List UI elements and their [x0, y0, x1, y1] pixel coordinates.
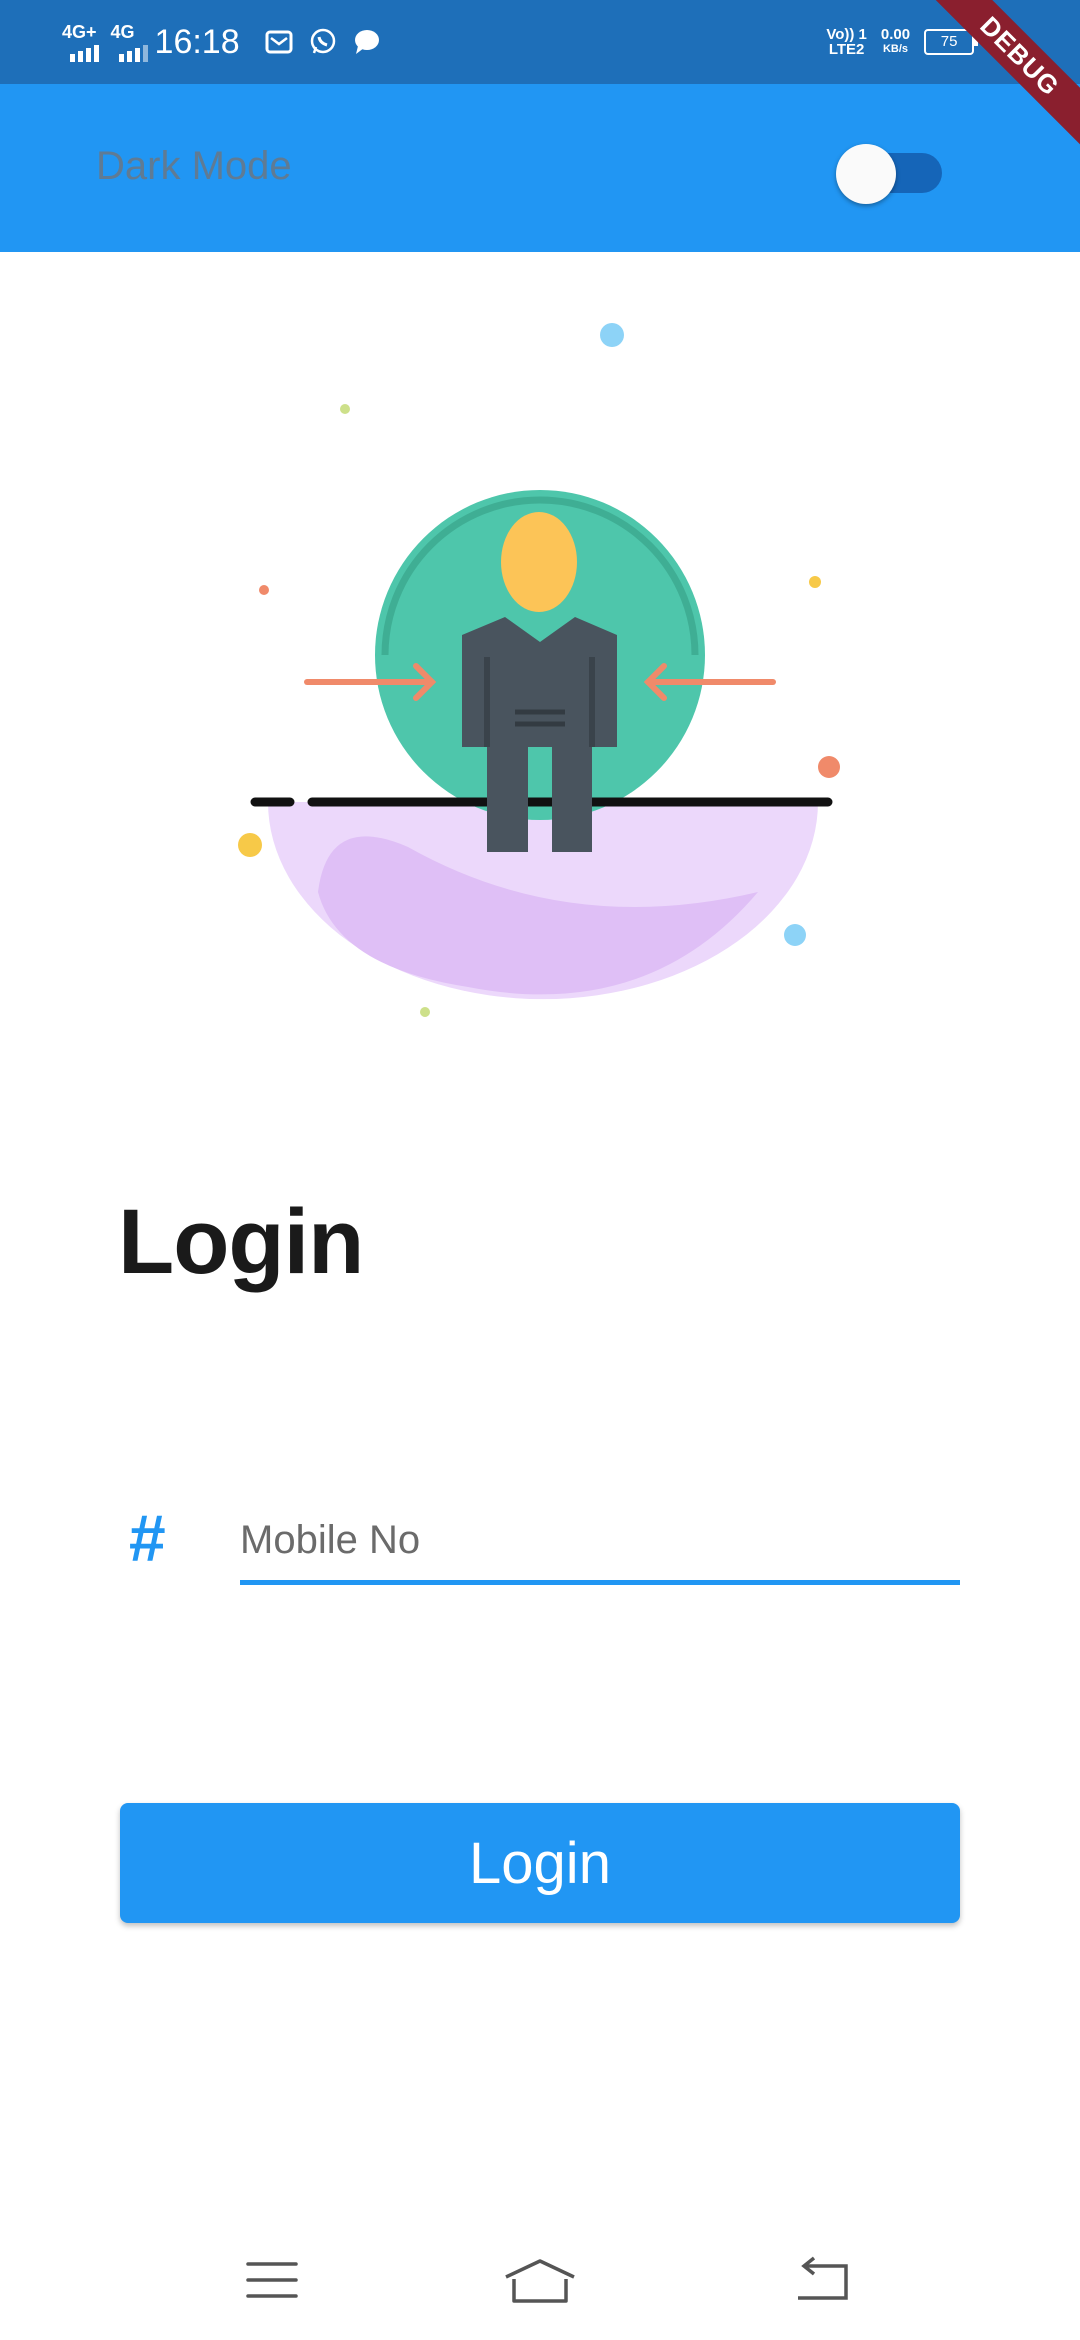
- home-button[interactable]: [500, 2250, 580, 2310]
- mail-icon: [265, 30, 293, 54]
- back-icon: [798, 2256, 848, 2300]
- status-bar: 4G+ 4G 16:18 Vo)) 1 LTE2 0.00 KB/s 75: [0, 0, 1080, 84]
- dark-mode-toggle[interactable]: [836, 144, 944, 204]
- battery-level: 75: [940, 33, 958, 50]
- network-type-label: 4G+: [62, 22, 97, 42]
- toggle-thumb: [836, 144, 896, 204]
- login-illustration: [238, 323, 840, 1017]
- decor-dot: [600, 323, 624, 347]
- decor-dot: [784, 924, 806, 946]
- battery-icon: 75: [924, 29, 979, 55]
- whatsapp-icon: [310, 28, 335, 54]
- decor-dot: [259, 585, 269, 595]
- menu-button[interactable]: [232, 2250, 312, 2310]
- decor-dot: [420, 1007, 430, 1017]
- menu-icon: [246, 2262, 298, 2298]
- network-speed: 0.00 KB/s: [880, 26, 911, 55]
- page-title: Login: [118, 1191, 364, 1293]
- decor-dot: [818, 756, 840, 778]
- volte-indicator: Vo)) 1 LTE2: [826, 26, 867, 58]
- decor-dot: [809, 576, 821, 588]
- decor-dot: [238, 833, 262, 857]
- home-icon: [505, 2259, 575, 2303]
- app-bar: Dark Mode: [0, 84, 1080, 252]
- system-nav-bar: [0, 2220, 1080, 2340]
- back-button[interactable]: [782, 2250, 862, 2310]
- mobile-number-input[interactable]: [240, 1500, 960, 1585]
- network-type-label-2: 4G: [110, 22, 135, 42]
- message-icon: [354, 30, 379, 54]
- signal-4g-plus: 4G+: [62, 22, 99, 62]
- hash-icon: #: [128, 1501, 165, 1575]
- decor-dot: [340, 404, 350, 414]
- signal-4g: 4G: [110, 22, 148, 62]
- person-head: [501, 512, 577, 612]
- clock: 16:18: [154, 22, 240, 61]
- dark-mode-label: Dark Mode: [96, 144, 292, 188]
- login-button[interactable]: Login: [120, 1803, 960, 1923]
